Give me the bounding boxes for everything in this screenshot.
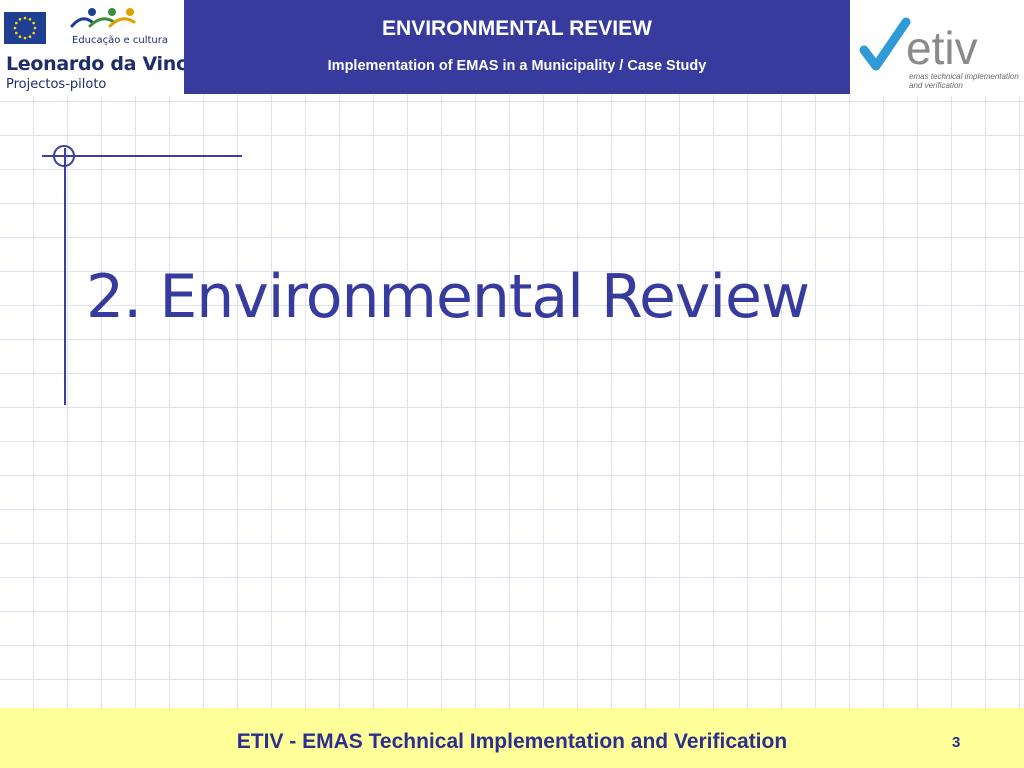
people-figures-icon	[70, 8, 136, 28]
etiv-logo: etiv emas technical implementation and v…	[850, 0, 1024, 96]
eu-flag-icon	[4, 12, 46, 44]
footer-band: ETIV - EMAS Technical Implementation and…	[0, 708, 1024, 768]
etiv-wordmark: etiv	[906, 22, 978, 74]
header-title: ENVIRONMENTAL REVIEW	[382, 17, 652, 40]
footer-text: ETIV - EMAS Technical Implementation and…	[236, 730, 788, 753]
checkmark-icon	[859, 17, 911, 71]
header-band: ENVIRONMENTAL REVIEW Implementation of E…	[184, 0, 850, 94]
etiv-tagline-line2: and verification	[909, 81, 963, 90]
etiv-tagline-line1: emas technical implementation	[909, 72, 1019, 81]
header-subtitle: Implementation of EMAS in a Municipality…	[327, 58, 707, 74]
leonardo-da-vinci-logo: Educação e cultura Leonardo da Vinci Pro…	[0, 0, 193, 96]
program-subtitle: Educação e cultura	[72, 35, 168, 46]
decorative-circle	[53, 145, 75, 167]
page-number: 3	[952, 734, 961, 751]
program-name: Leonardo da Vinci	[6, 53, 194, 75]
etiv-tagline: emas technical implementation and verifi…	[909, 72, 1019, 90]
slide-title: 2. Environmental Review	[86, 262, 810, 332]
decorative-vertical-line	[64, 148, 66, 405]
program-tag: Projectos-piloto	[6, 77, 107, 92]
